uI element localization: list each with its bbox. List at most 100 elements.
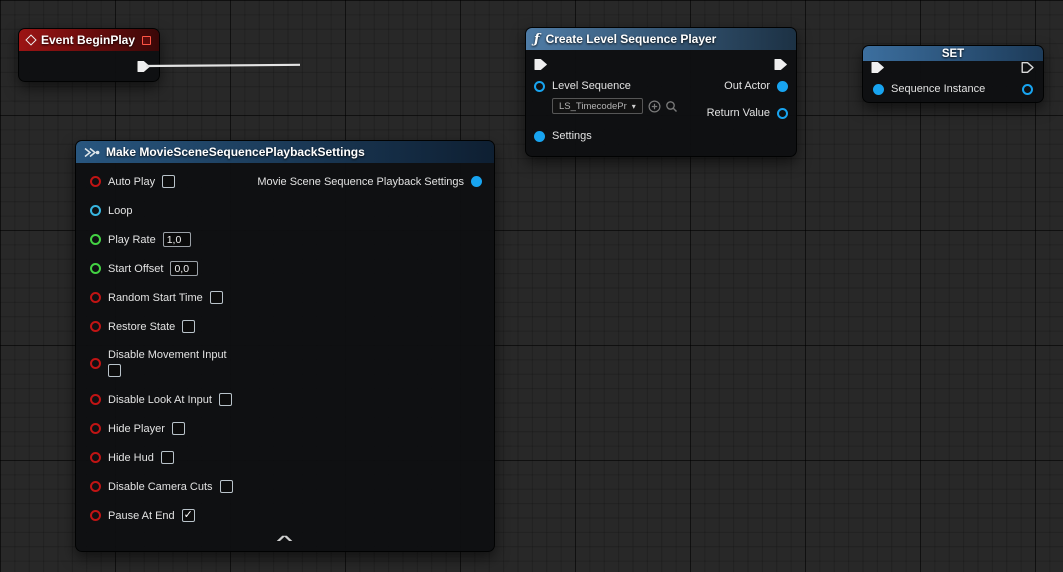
output-pins-column: Out Actor Return Value	[707, 77, 788, 145]
hide-hud-pin[interactable]	[90, 452, 101, 463]
pin-row-hide-hud: Hide Hud	[90, 443, 482, 472]
node-event-beginplay[interactable]: Event BeginPlay	[18, 28, 160, 82]
pin-row-loop: Loop	[90, 196, 482, 225]
output-pin-label: Movie Scene Sequence Playback Settings	[257, 176, 464, 188]
pin-label: Sequence Instance	[891, 83, 985, 95]
node-create-level-sequence-player[interactable]: ƒ Create Level Sequence Player Level Seq…	[525, 27, 797, 157]
asset-name: LS_TimecodePr	[559, 101, 627, 112]
pin-label: Settings	[552, 130, 592, 142]
pin-row-disable-look-at-input: Disable Look At Input	[90, 385, 482, 414]
loop-pin[interactable]	[90, 205, 101, 216]
random-start-time-checkbox[interactable]	[210, 291, 223, 304]
pin-rows: Auto Play Movie Scene Sequence Playback …	[76, 163, 494, 530]
pin-label: Hide Player	[108, 423, 165, 435]
play-rate-pin[interactable]	[90, 234, 101, 245]
pin-label: Play Rate	[108, 234, 156, 246]
play-rate-input[interactable]	[163, 232, 191, 247]
exec-output-pin[interactable]	[137, 60, 151, 73]
disable-movement-input-checkbox[interactable]	[108, 364, 121, 377]
pin-label: Disable Look At Input	[108, 394, 212, 406]
pin-label: Disable Movement Input	[108, 349, 227, 361]
level-sequence-pin[interactable]	[534, 81, 545, 92]
collapse-row: ^	[76, 533, 494, 551]
node-title: Create Level Sequence Player	[546, 32, 717, 46]
input-pins-column: Level Sequence LS_TimecodePr ▾	[534, 77, 678, 145]
node-header[interactable]: Make MovieSceneSequencePlaybackSettings	[76, 141, 494, 163]
restore-state-checkbox[interactable]	[182, 320, 195, 333]
use-selected-icon[interactable]	[648, 100, 661, 113]
pin-row-sequence-instance: Sequence Instance	[863, 80, 1043, 98]
pin-label: Out Actor	[724, 80, 770, 92]
out-actor-pin[interactable]	[777, 81, 788, 92]
event-icon	[25, 34, 36, 45]
check-icon: ✓	[184, 510, 193, 521]
playback-settings-output-pin[interactable]	[471, 176, 482, 187]
node-header[interactable]: Event BeginPlay	[19, 29, 159, 51]
pin-row-return-value: Return Value	[707, 104, 788, 122]
node-header[interactable]: ƒ Create Level Sequence Player	[526, 28, 796, 50]
disable-look-at-input-checkbox[interactable]	[219, 393, 232, 406]
hide-hud-checkbox[interactable]	[161, 451, 174, 464]
auto-play-pin[interactable]	[90, 176, 101, 187]
settings-pin[interactable]	[534, 131, 545, 142]
asset-tools	[648, 100, 678, 113]
random-start-time-pin[interactable]	[90, 292, 101, 303]
pin-row-pause-at-end: Pause At End ✓	[90, 501, 482, 530]
pin-label: Restore State	[108, 321, 175, 333]
make-struct-icon	[84, 147, 100, 158]
chevron-down-icon: ▾	[632, 102, 636, 111]
restore-state-pin[interactable]	[90, 321, 101, 332]
pin-label: Auto Play	[108, 176, 155, 188]
start-offset-input[interactable]	[170, 261, 198, 276]
function-icon: ƒ	[534, 32, 540, 47]
disable-camera-cuts-pin[interactable]	[90, 481, 101, 492]
pin-label: Start Offset	[108, 263, 163, 275]
pin-row-start-offset: Start Offset	[90, 254, 482, 283]
return-value-pin[interactable]	[777, 108, 788, 119]
pin-label: Level Sequence	[552, 80, 631, 92]
collapse-button[interactable]: ^	[277, 533, 294, 547]
output-pin-row: Movie Scene Sequence Playback Settings	[257, 176, 482, 188]
pin-row-level-sequence: Level Sequence	[534, 77, 678, 95]
disable-movement-input-pin[interactable]	[90, 358, 101, 369]
hide-player-pin[interactable]	[90, 423, 101, 434]
start-offset-pin[interactable]	[90, 263, 101, 274]
pin-label: Pause At End	[108, 510, 175, 522]
asset-picker-row: LS_TimecodePr ▾	[552, 97, 678, 115]
browse-asset-icon[interactable]	[665, 100, 678, 113]
disable-look-at-input-pin[interactable]	[90, 394, 101, 405]
sequence-instance-input-pin[interactable]	[873, 84, 884, 95]
pin-row-out-actor: Out Actor	[707, 77, 788, 95]
sequence-instance-output-pin[interactable]	[1022, 84, 1033, 95]
exec-wire-beginplay-to-create[interactable]	[146, 63, 300, 66]
pin-row-restore-state: Restore State	[90, 312, 482, 341]
blueprint-graph-canvas[interactable]: Event BeginPlay ƒ Create Level Sequence …	[0, 0, 1063, 572]
node-set-sequence-instance[interactable]: SET Sequence Instance	[862, 45, 1044, 103]
exec-output-pin[interactable]	[774, 58, 788, 71]
node-make-playback-settings[interactable]: Make MovieSceneSequencePlaybackSettings …	[75, 140, 495, 552]
pin-row-auto-play: Auto Play Movie Scene Sequence Playback …	[90, 167, 482, 196]
pin-label: Hide Hud	[108, 452, 154, 464]
exec-input-pin[interactable]	[871, 61, 885, 74]
pin-row-disable-camera-cuts: Disable Camera Cuts	[90, 472, 482, 501]
auto-play-checkbox[interactable]	[162, 175, 175, 188]
delegate-pin[interactable]	[142, 36, 151, 45]
level-sequence-asset-dropdown[interactable]: LS_TimecodePr ▾	[552, 98, 643, 114]
exec-output-pin[interactable]	[1021, 61, 1035, 74]
pause-at-end-pin[interactable]	[90, 510, 101, 521]
pin-row-play-rate: Play Rate	[90, 225, 482, 254]
node-title: Event BeginPlay	[41, 33, 135, 47]
node-title: SET	[942, 48, 964, 60]
pin-label: Loop	[108, 205, 132, 217]
pin-label: Return Value	[707, 107, 770, 119]
pin-label: Random Start Time	[108, 292, 203, 304]
exec-input-pin[interactable]	[534, 58, 548, 71]
hide-player-checkbox[interactable]	[172, 422, 185, 435]
pin-row-random-start-time: Random Start Time	[90, 283, 482, 312]
pause-at-end-checkbox[interactable]: ✓	[182, 509, 195, 522]
pin-row-settings: Settings	[534, 127, 678, 145]
pin-row-disable-movement-input: Disable Movement Input	[90, 341, 482, 385]
node-header[interactable]: SET	[863, 46, 1043, 61]
pin-label: Disable Camera Cuts	[108, 481, 213, 493]
disable-camera-cuts-checkbox[interactable]	[220, 480, 233, 493]
